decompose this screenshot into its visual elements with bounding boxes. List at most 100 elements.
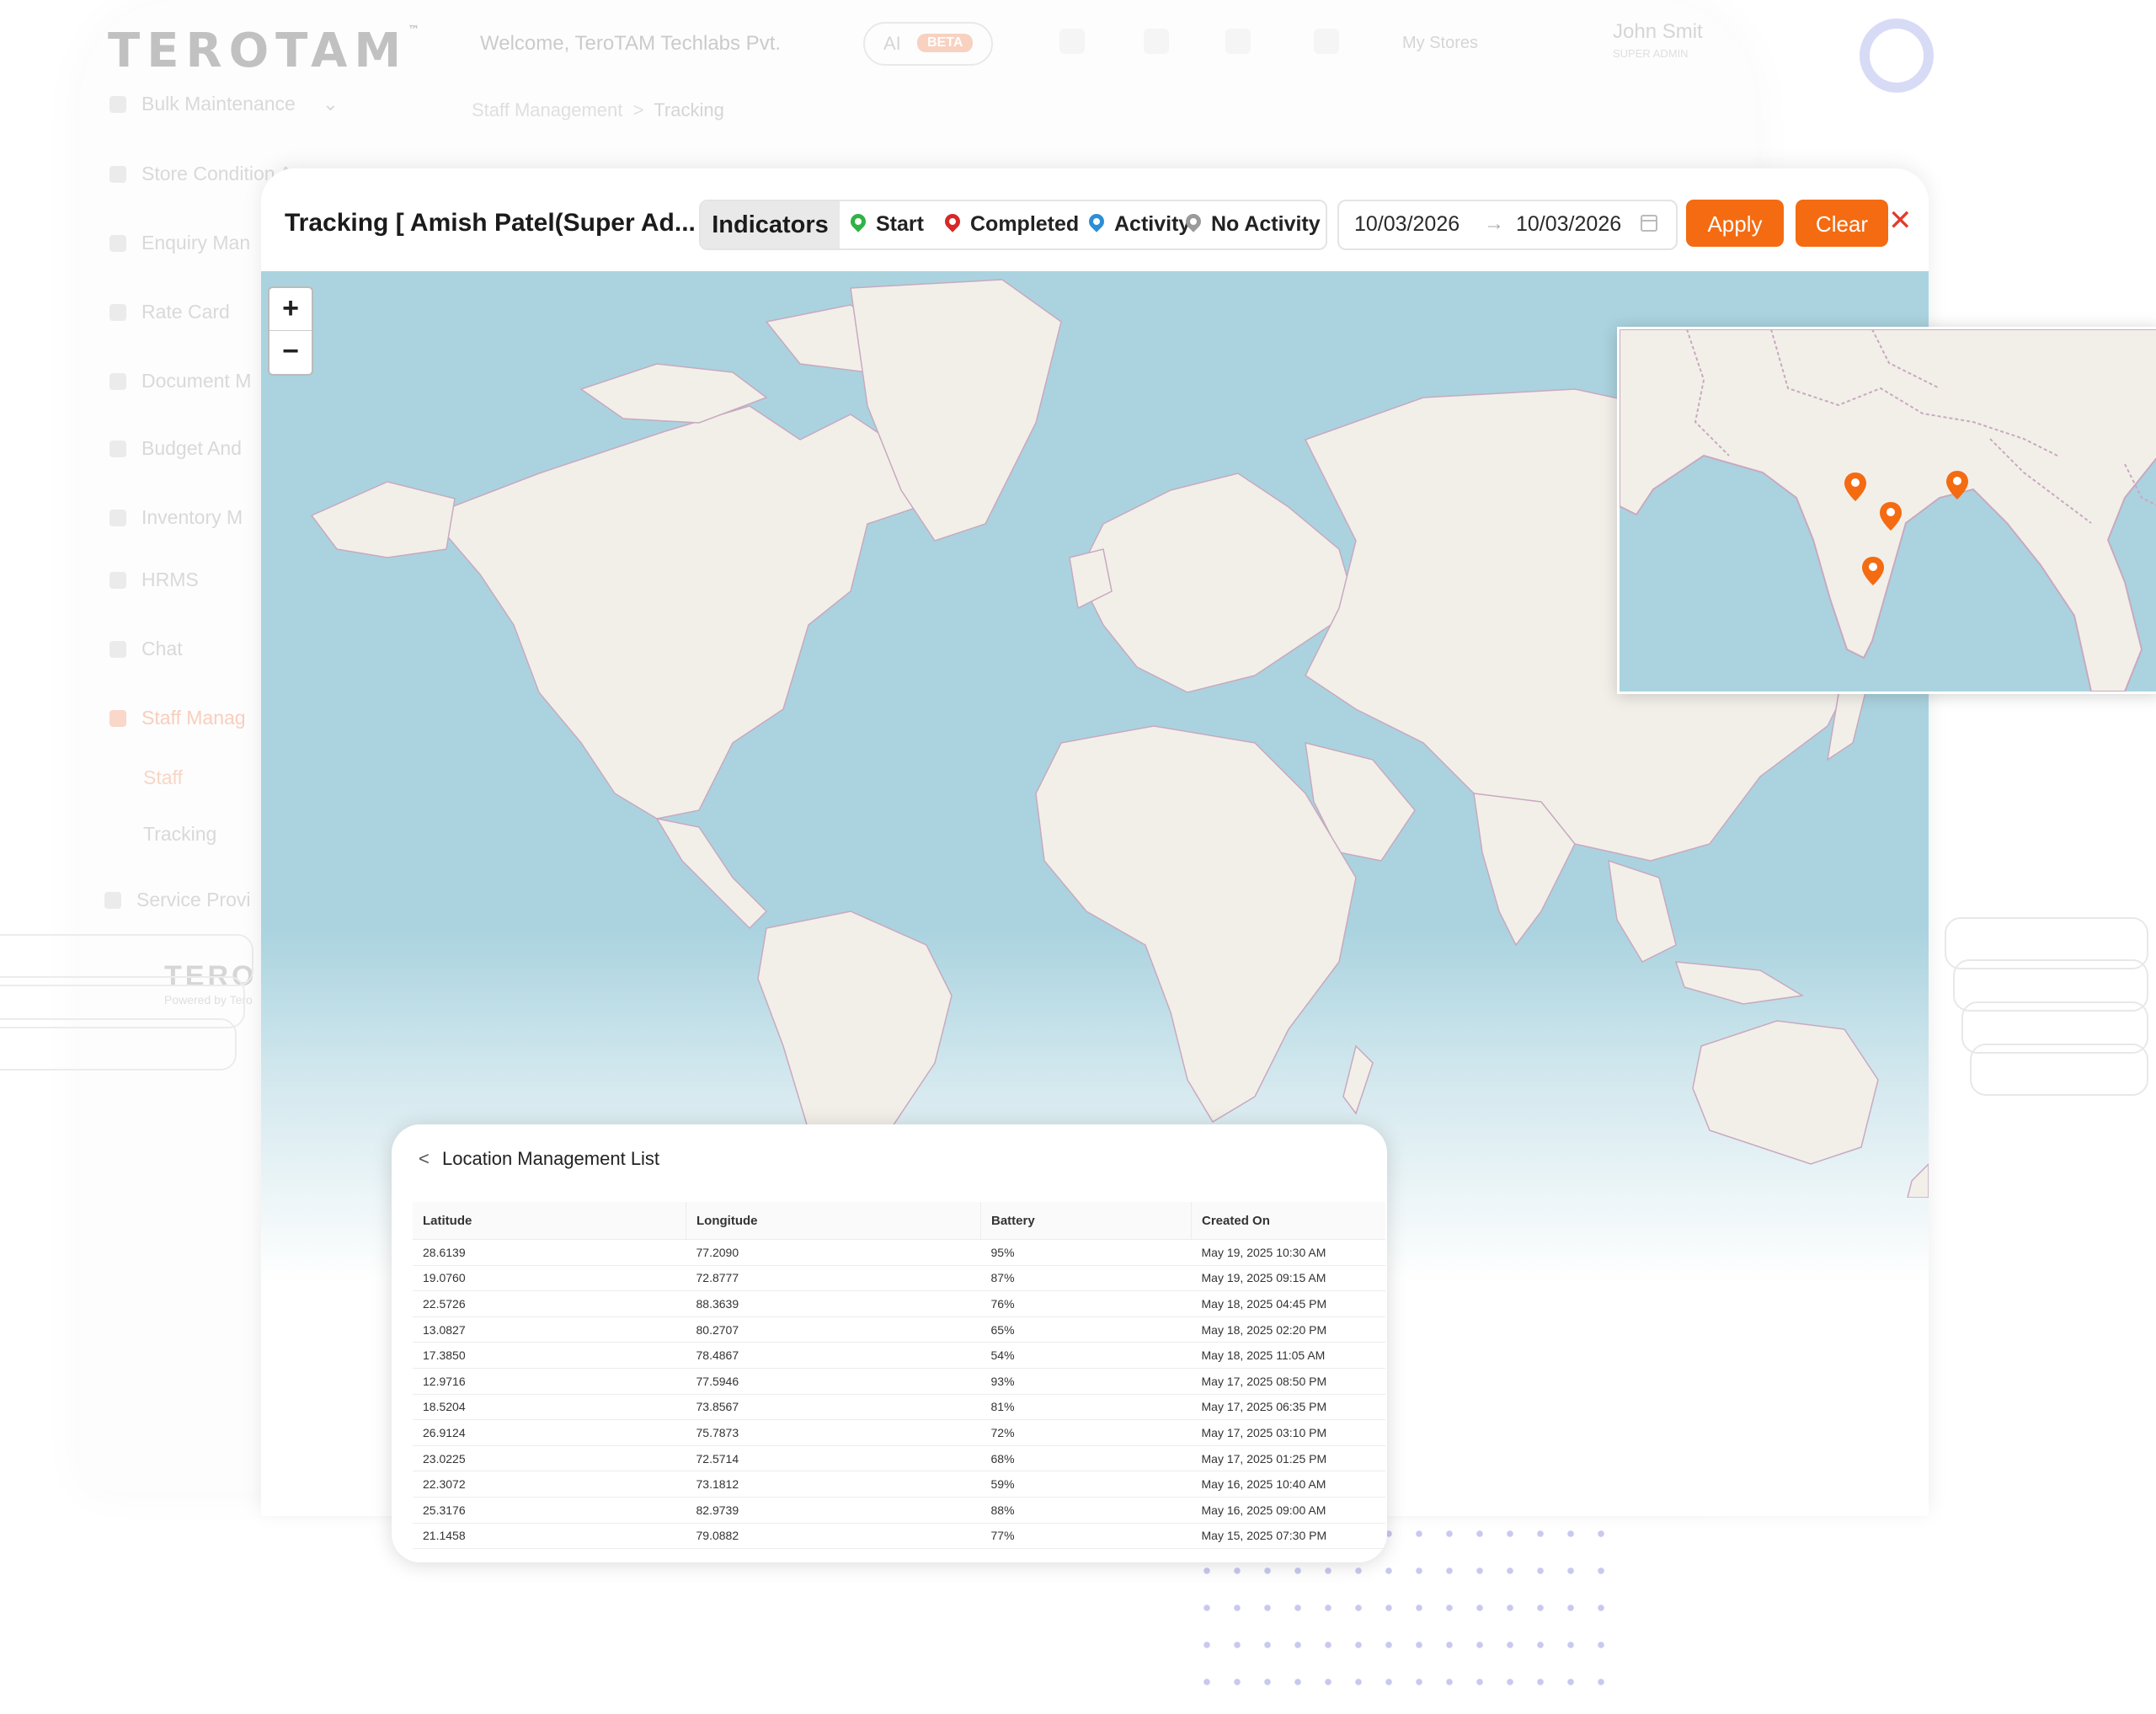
cell-battery: 81% (980, 1394, 1192, 1421)
breadcrumb-current: Tracking (654, 99, 724, 120)
india-zoom-map[interactable] (1617, 327, 2156, 694)
my-stores-link[interactable]: My Stores (1402, 34, 1478, 53)
completed-pin-icon (942, 211, 963, 232)
cell-created-on: May 17, 2025 03:10 PM (1191, 1419, 1385, 1446)
cell-battery: 72% (980, 1419, 1192, 1446)
sidebar-item-service-provider[interactable]: Service Provi (104, 889, 250, 922)
bulk-maintenance-icon (109, 96, 126, 113)
table-row[interactable]: 19.0760 72.8777 87% May 19, 2025 09:15 AM (413, 1265, 1385, 1292)
zoom-in-button[interactable]: + (270, 288, 312, 330)
breadcrumb: Staff Management > Tracking (472, 99, 724, 120)
rate-card-icon (109, 304, 126, 321)
cell-longitude: 73.8567 (686, 1394, 981, 1421)
apply-button[interactable]: Apply (1686, 200, 1784, 247)
date-to[interactable]: 10/03/2026 (1516, 212, 1621, 237)
table-row[interactable]: 12.9716 77.5946 93% May 17, 2025 08:50 PM (413, 1368, 1385, 1395)
user-profile[interactable]: John Smit SUPER ADMIN (1613, 20, 1703, 60)
table-row[interactable]: 21.1458 79.0882 77% May 15, 2025 07:30 PM (413, 1523, 1385, 1550)
map-marker-icon[interactable] (1946, 471, 1968, 499)
zoom-out-button[interactable]: − (270, 331, 312, 373)
indicators-legend: Indicators Start Completed Activity No A… (699, 200, 1327, 250)
table-row[interactable]: 22.3072 73.1812 59% May 16, 2025 10:40 AM (413, 1471, 1385, 1498)
cell-longitude: 78.4867 (686, 1342, 981, 1369)
cell-created-on: May 17, 2025 06:35 PM (1191, 1394, 1385, 1421)
sidebar-item-rate-card[interactable]: Rate Card (109, 301, 230, 334)
map-marker-icon[interactable] (1862, 557, 1884, 585)
cell-battery: 87% (980, 1265, 1192, 1292)
cell-created-on: May 16, 2025 10:40 AM (1191, 1471, 1385, 1498)
table-row[interactable]: 17.3850 78.4867 54% May 18, 2025 11:05 AM (413, 1342, 1385, 1369)
indicator-activity: Activity (1086, 211, 1190, 237)
cell-created-on: May 17, 2025 08:50 PM (1191, 1368, 1385, 1395)
cell-longitude: 72.8777 (686, 1265, 981, 1292)
cell-latitude: 28.6139 (413, 1239, 686, 1266)
zoom-control: + − (268, 286, 313, 376)
date-range-picker[interactable]: 10/03/2026 → 10/03/2026 (1337, 200, 1678, 250)
beta-badge: BETA (917, 34, 974, 52)
table-row[interactable]: 26.9124 75.7873 72% May 17, 2025 03:10 PM (413, 1419, 1385, 1446)
cell-battery: 59% (980, 1471, 1192, 1498)
cell-latitude: 13.0827 (413, 1316, 686, 1343)
cell-battery: 95% (980, 1239, 1192, 1266)
budget-icon (109, 441, 126, 457)
card-title: Location Management List (442, 1148, 660, 1169)
terotam-logo: TEROTAM™ (108, 24, 427, 78)
location-table-body: 28.6139 77.2090 95% May 19, 2025 10:30 AM 19… (413, 1239, 1385, 1550)
inventory-icon (109, 510, 126, 526)
sos-icon[interactable] (1059, 29, 1085, 54)
cell-battery: 76% (980, 1290, 1192, 1317)
cell-longitude: 72.5714 (686, 1445, 981, 1472)
sidebar-item-enquiry[interactable]: Enquiry Man (109, 232, 250, 265)
table-row[interactable]: 23.0225 72.5714 68% May 17, 2025 01:25 PM (413, 1445, 1385, 1472)
decorative-stacked-cards-left (0, 934, 253, 1071)
date-from[interactable]: 10/03/2026 (1354, 212, 1460, 237)
table-row[interactable]: 13.0827 80.2707 65% May 18, 2025 02:20 PM (413, 1316, 1385, 1343)
gift-icon[interactable] (1144, 29, 1169, 54)
table-header-row: Latitude Longitude Battery Created On (413, 1202, 1385, 1240)
ai-button[interactable]: AI BETA (863, 22, 993, 66)
column-header-created-on[interactable]: Created On (1191, 1202, 1385, 1240)
cell-created-on: May 19, 2025 10:30 AM (1191, 1239, 1385, 1266)
sidebar-item-budget[interactable]: Budget And (109, 437, 242, 471)
staff-management-icon (109, 710, 126, 727)
sidebar-subitem-tracking[interactable]: Tracking (143, 823, 216, 846)
no-activity-pin-icon (1182, 211, 1204, 232)
table-row[interactable]: 22.5726 88.3639 76% May 18, 2025 04:45 PM (413, 1290, 1385, 1317)
location-table: Latitude Longitude Battery Created On 28… (413, 1202, 1385, 1550)
sidebar-item-document[interactable]: Document M (109, 370, 251, 403)
close-icon[interactable]: ✕ (1888, 204, 1913, 238)
tracking-toolbar: Tracking [ Amish Patel(Super Ad... Indic… (261, 168, 1929, 271)
bell-icon[interactable] (1225, 29, 1251, 54)
cell-longitude: 79.0882 (686, 1523, 981, 1550)
column-header-latitude[interactable]: Latitude (413, 1202, 686, 1240)
sidebar-item-hrms[interactable]: HRMS (109, 569, 199, 602)
table-row[interactable]: 28.6139 77.2090 95% May 19, 2025 10:30 AM (413, 1239, 1385, 1266)
table-row[interactable]: 25.3176 82.9739 88% May 16, 2025 09:00 AM (413, 1497, 1385, 1524)
cell-latitude: 19.0760 (413, 1265, 686, 1292)
user-role: SUPER ADMIN (1613, 47, 1689, 60)
column-header-battery[interactable]: Battery (980, 1202, 1192, 1240)
activity-pin-icon (1086, 211, 1107, 232)
sidebar-item-staff-management[interactable]: Staff Manag (109, 707, 246, 740)
cell-created-on: May 19, 2025 09:15 AM (1191, 1265, 1385, 1292)
column-header-longitude[interactable]: Longitude (686, 1202, 981, 1240)
clear-button[interactable]: Clear (1796, 200, 1888, 247)
back-chevron-icon[interactable]: < (419, 1148, 430, 1170)
cell-latitude: 23.0225 (413, 1445, 686, 1472)
sidebar-item-inventory[interactable]: Inventory M (109, 506, 243, 540)
table-row[interactable]: 18.5204 73.8567 81% May 17, 2025 06:35 PM (413, 1394, 1385, 1421)
sidebar-subitem-staff[interactable]: Staff (143, 766, 183, 789)
map-marker-icon[interactable] (1880, 502, 1902, 531)
sidebar-item-bulk-maintenance[interactable]: Bulk Maintenance ⌄ (109, 93, 339, 126)
profile-icon[interactable] (1314, 29, 1339, 54)
map-marker-icon[interactable] (1844, 473, 1866, 501)
service-provider-icon (104, 892, 121, 909)
calendar-icon[interactable] (1641, 215, 1657, 232)
indicator-start: Start (847, 211, 924, 237)
breadcrumb-item[interactable]: Staff Management (472, 99, 622, 120)
sidebar-item-chat[interactable]: Chat (109, 638, 183, 671)
cell-longitude: 80.2707 (686, 1316, 981, 1343)
cell-longitude: 73.1812 (686, 1471, 981, 1498)
indicators-label: Indicators (701, 201, 840, 248)
cell-longitude: 75.7873 (686, 1419, 981, 1446)
